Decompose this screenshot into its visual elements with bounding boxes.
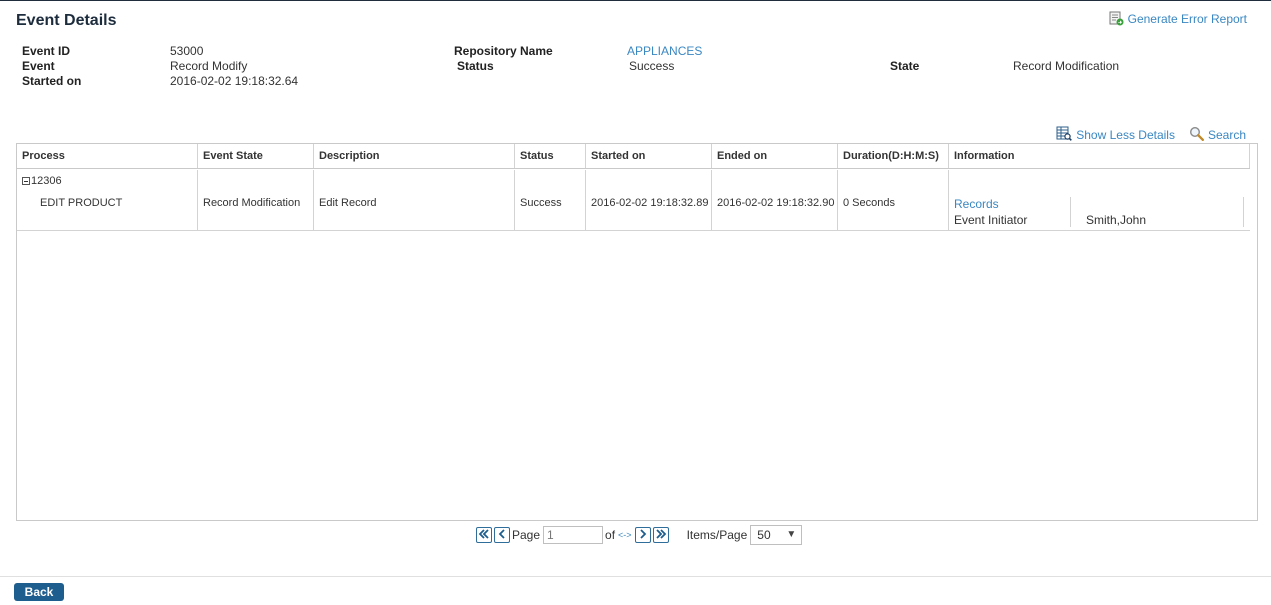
grid-tools: Show Less Details Search (1056, 126, 1246, 144)
started-on-label: Started on (22, 74, 82, 88)
column-header-status[interactable]: Status (515, 144, 586, 168)
next-page-button[interactable] (634, 527, 651, 543)
generate-error-report-label: Generate Error Report (1127, 11, 1247, 26)
column-header-description[interactable]: Description (314, 144, 515, 168)
row-duration: 0 Seconds (843, 197, 895, 209)
chevron-right-icon (639, 528, 647, 542)
row-group-toggle[interactable]: 12306 (22, 175, 62, 187)
info-divider-right (1243, 197, 1244, 227)
grid-header: Process Event State Description Status S… (17, 144, 1250, 169)
cell-event-state: Record Modification (198, 170, 314, 230)
column-header-event-state[interactable]: Event State (198, 144, 314, 168)
started-on-value: 2016-02-02 19:18:32.64 (170, 74, 299, 88)
state-label: State (890, 59, 920, 73)
row-group-id: 12306 (31, 175, 62, 187)
cell-ended-on: 2016-02-02 19:18:32.90 (712, 170, 838, 230)
cell-duration: 0 Seconds (838, 170, 949, 230)
state-value: Record Modification (1013, 59, 1120, 73)
column-header-information[interactable]: Information (949, 144, 1250, 168)
generate-error-report-link[interactable]: Generate Error Report (1109, 11, 1247, 26)
cell-description: Edit Record (314, 170, 515, 230)
row-process: EDIT PRODUCT (40, 197, 123, 209)
event-meta-values: 53000 Record Modify 2016-02-02 19:18:32.… (170, 44, 298, 89)
column-header-started-on[interactable]: Started on (586, 144, 712, 168)
page-title: Event Details (16, 12, 117, 29)
row-status: Success (520, 197, 562, 209)
event-id-value: 53000 (170, 44, 204, 58)
double-chevron-right-icon (655, 528, 667, 542)
column-header-ended-on[interactable]: Ended on (712, 144, 838, 168)
table-row: 12306 EDIT PRODUCT Record Modification E… (17, 170, 1250, 231)
row-event-state: Record Modification (203, 197, 301, 209)
double-chevron-left-icon (478, 528, 490, 542)
chevron-left-icon (498, 528, 506, 542)
status-label: Status (457, 59, 494, 73)
pager: Page of <-> Items/Page 50 ▼ (476, 525, 803, 545)
records-link[interactable]: Records (954, 197, 999, 211)
total-pages-link[interactable]: <-> (618, 530, 632, 540)
row-ended-on: 2016-02-02 19:18:32.90 (717, 197, 835, 209)
process-grid: Process Event State Description Status S… (16, 143, 1258, 521)
cell-information: Records Event Initiator Smith,John (949, 170, 1250, 230)
event-initiator-label: Event Initiator (954, 213, 1028, 227)
repository-name-link[interactable]: APPLIANCES (627, 44, 702, 59)
dropdown-arrow-icon: ▼ (786, 529, 797, 540)
report-icon (1109, 11, 1124, 26)
event-meta-labels: Event ID Event Started on (22, 44, 81, 89)
first-page-button[interactable] (476, 527, 492, 543)
cell-process: 12306 EDIT PRODUCT (17, 170, 198, 230)
event-id-label: Event ID (22, 44, 71, 58)
info-divider (1070, 197, 1071, 227)
items-per-page-label: Items/Page (686, 528, 748, 542)
page-label: Page (512, 528, 541, 542)
top-rule (0, 0, 1271, 1)
row-description: Edit Record (319, 197, 377, 209)
column-header-duration[interactable]: Duration(D:H:M:S) (838, 144, 949, 168)
row-started-on: 2016-02-02 19:18:32.89 (591, 197, 709, 209)
footer-divider (0, 576, 1271, 577)
collapse-icon[interactable] (22, 177, 30, 185)
back-button[interactable]: Back (14, 583, 64, 601)
event-label: Event (22, 59, 55, 73)
column-header-process[interactable]: Process (17, 144, 198, 168)
items-per-page-value: 50 (757, 528, 771, 542)
cell-started-on: 2016-02-02 19:18:32.89 (586, 170, 712, 230)
status-value: Success (629, 59, 675, 73)
search-label: Search (1207, 128, 1246, 142)
show-less-details-label: Show Less Details (1076, 128, 1175, 142)
event-value: Record Modify (170, 59, 248, 73)
repository-name-label: Repository Name (454, 44, 553, 58)
details-grid-icon (1056, 126, 1073, 144)
page-number-input[interactable] (543, 526, 604, 544)
event-initiator-value: Smith,John (1086, 213, 1147, 227)
search-icon (1189, 126, 1204, 144)
previous-page-button[interactable] (494, 527, 510, 543)
search-link[interactable]: Search (1189, 126, 1246, 144)
items-per-page-select[interactable]: 50 ▼ (750, 525, 803, 545)
cell-status: Success (515, 170, 586, 230)
last-page-button[interactable] (652, 527, 669, 543)
show-less-details-link[interactable]: Show Less Details (1056, 126, 1175, 144)
of-label: of (605, 528, 616, 542)
